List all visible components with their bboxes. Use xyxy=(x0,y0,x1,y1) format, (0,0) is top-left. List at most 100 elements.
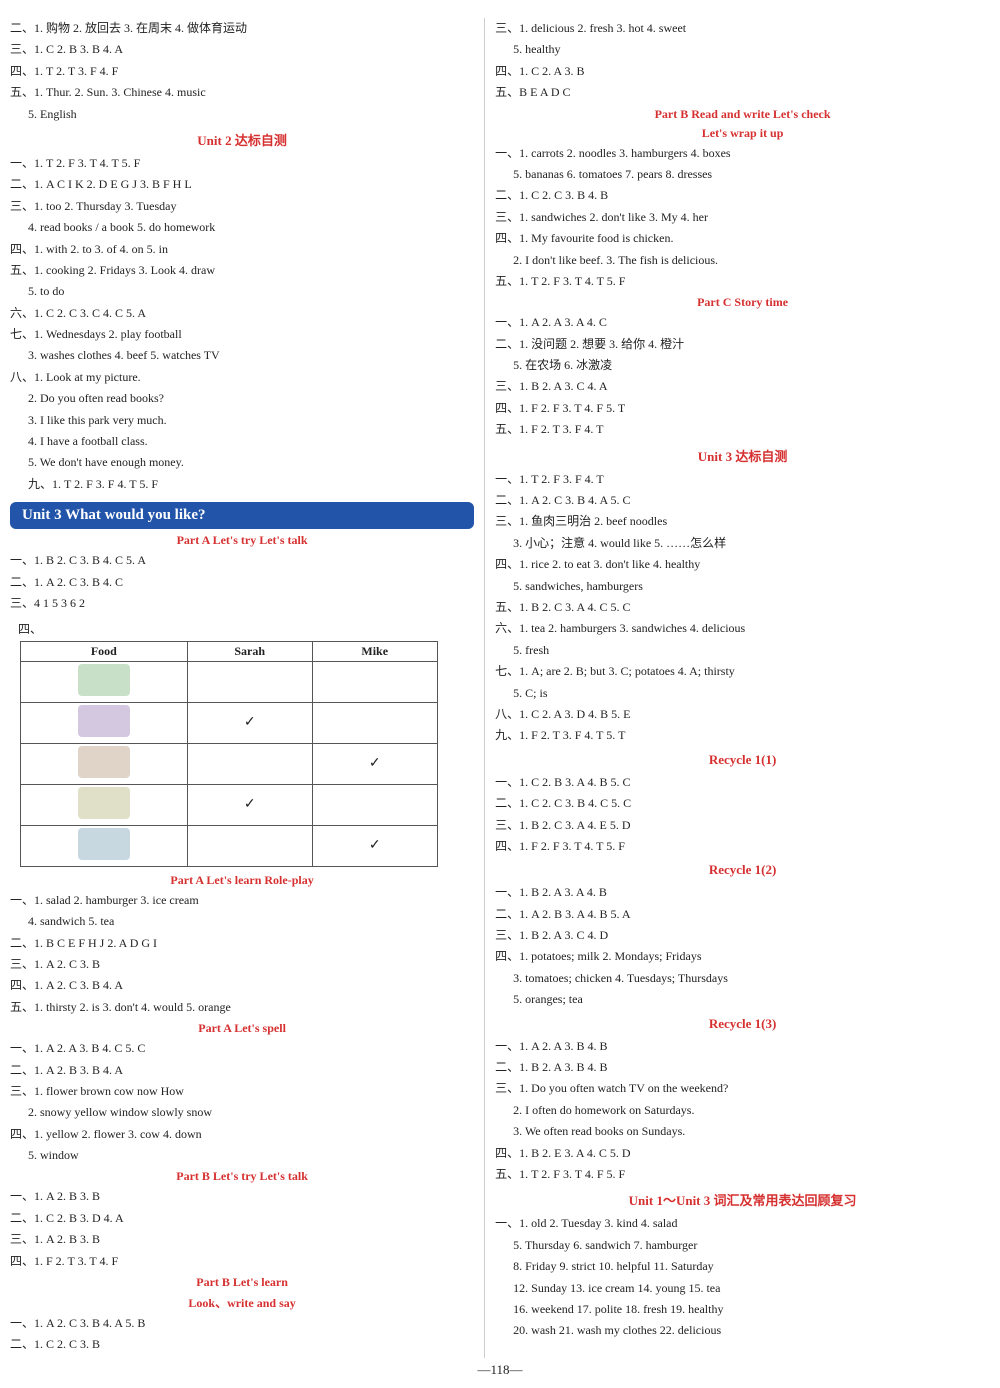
line: 三、1. B 2. A 3. C 4. A xyxy=(495,376,990,396)
line: 一、1. T 2. F 3. F 4. T xyxy=(495,469,990,489)
table-row xyxy=(21,661,438,702)
line: 一、1. T 2. F 3. T 4. T 5. F xyxy=(10,153,474,173)
part-b3-sub: Let's wrap it up xyxy=(495,126,990,141)
line: 四、1. potatoes; milk 2. Mondays; Fridays xyxy=(495,946,990,966)
line: 五、1. Thur. 2. Sun. 3. Chinese 4. music xyxy=(10,82,474,102)
recycle1-2-lines: 一、1. B 2. A 3. A 4. B 二、1. A 2. B 3. A 4… xyxy=(495,882,990,1009)
table-row: ✓ xyxy=(21,825,438,866)
table-row: ✓ xyxy=(21,784,438,825)
line: 一、1. C 2. B 3. A 4. B 5. C xyxy=(495,772,990,792)
line: 3. washes clothes 4. beef 5. watches TV xyxy=(10,345,474,365)
part-a-title: Part A Let's try Let's talk xyxy=(10,533,474,548)
line: 2. snowy yellow window slowly snow xyxy=(10,1102,474,1122)
part-a-lines: 一、1. B 2. C 3. B 4. C 5. A 二、1. A 2. C 3… xyxy=(10,550,474,613)
sarah-check-2: ✓ xyxy=(187,702,312,743)
right-top-lines: 三、1. delicious 2. fresh 3. hot 4. sweet … xyxy=(495,18,990,103)
line: 八、1. C 2. A 3. D 4. B 5. E xyxy=(495,704,990,724)
line: 四、1. rice 2. to eat 3. don't like 4. hea… xyxy=(495,554,990,574)
unit3-lines: 一、1. T 2. F 3. F 4. T 二、1. A 2. C 3. B 4… xyxy=(495,469,990,746)
mike-check-5: ✓ xyxy=(312,825,437,866)
line: 六、1. C 2. C 3. C 4. C 5. A xyxy=(10,303,474,323)
line: 5. Thursday 6. sandwich 7. hamburger xyxy=(495,1235,990,1255)
page: 二、1. 购物 2. 放回去 3. 在周末 4. 做体育运动 三、1. C 2.… xyxy=(0,0,1000,1388)
line: 4. read books / a book 5. do homework xyxy=(10,217,474,237)
line: 四、1. yellow 2. flower 3. cow 4. down xyxy=(10,1124,474,1144)
line: 四、1. with 2. to 3. of 4. on 5. in xyxy=(10,239,474,259)
line: 三、1. sandwiches 2. don't like 3. My 4. h… xyxy=(495,207,990,227)
unit2-title: Unit 2 达标自测 xyxy=(10,130,474,149)
sarah-check-1 xyxy=(187,661,312,702)
line: 2. I don't like beef. 3. The fish is del… xyxy=(495,250,990,270)
line: 5. sandwiches, hamburgers xyxy=(495,576,990,596)
table-header-sarah: Sarah xyxy=(187,641,312,661)
line: 三、1. A 2. C 3. B xyxy=(10,954,474,974)
line: 16. weekend 17. polite 18. fresh 19. hea… xyxy=(495,1299,990,1319)
line: 一、1. carrots 2. noodles 3. hamburgers 4.… xyxy=(495,143,990,163)
table-row: ✓ xyxy=(21,702,438,743)
part-c-title: Part C Story time xyxy=(495,295,990,310)
line: 三、1. C 2. B 3. B 4. A xyxy=(10,39,474,59)
part-a2-title: Part A Let's learn Role-play xyxy=(10,873,474,888)
part-c-lines: 一、1. A 2. A 3. A 4. C 二、1. 没问题 2. 想要 3. … xyxy=(495,312,990,439)
line: 3. I like this park very much. xyxy=(10,410,474,430)
line: 二、1. 没问题 2. 想要 3. 给你 4. 橙汁 xyxy=(495,334,990,354)
unit1-3-lines: 一、1. old 2. Tuesday 3. kind 4. salad 5. … xyxy=(495,1213,990,1340)
line: 五、1. thirsty 2. is 3. don't 4. would 5. … xyxy=(10,997,474,1017)
table-header-food: Food xyxy=(21,641,188,661)
line: 四、1. A 2. C 3. B 4. A xyxy=(10,975,474,995)
line: 九、1. F 2. T 3. F 4. T 5. T xyxy=(495,725,990,745)
sarah-check-5 xyxy=(187,825,312,866)
page-number: —118— xyxy=(0,1362,1000,1378)
line: 三、1. 鱼肉三明治 2. beef noodles xyxy=(495,511,990,531)
mike-check-2 xyxy=(312,702,437,743)
line: 八、1. Look at my picture. xyxy=(10,367,474,387)
line: 三、1. B 2. A 3. C 4. D xyxy=(495,925,990,945)
line: 二、1. A 2. C 3. B 4. A 5. C xyxy=(495,490,990,510)
part-b2-title: Part B Let's learn xyxy=(10,1275,474,1290)
line: 一、1. A 2. C 3. B 4. A 5. B xyxy=(10,1313,474,1333)
line: 四、1. T 2. T 3. F 4. F xyxy=(10,61,474,81)
line: 5. oranges; tea xyxy=(495,989,990,1009)
food-table: Food Sarah Mike xyxy=(20,641,438,867)
food-item-3 xyxy=(21,743,188,784)
line: 三、1. delicious 2. fresh 3. hot 4. sweet xyxy=(495,18,990,38)
line: 五、B E A D C xyxy=(495,82,990,102)
line: 二、1. C 2. C 3. B xyxy=(10,1334,474,1354)
line: 3. tomatoes; chicken 4. Tuesdays; Thursd… xyxy=(495,968,990,988)
line: 二、1. A 2. B 3. B 4. A xyxy=(10,1060,474,1080)
line: 20. wash 21. wash my clothes 22. delicio… xyxy=(495,1320,990,1340)
line: 4. sandwich 5. tea xyxy=(10,911,474,931)
line: 五、1. cooking 2. Fridays 3. Look 4. draw xyxy=(10,260,474,280)
left-column: 二、1. 购物 2. 放回去 3. 在周末 4. 做体育运动 三、1. C 2.… xyxy=(10,18,485,1358)
line: 二、1. A 2. C 3. B 4. C xyxy=(10,572,474,592)
line: 二、1. C 2. C 3. B 4. B xyxy=(495,185,990,205)
recycle1-3-title: Recycle 1(3) xyxy=(495,1016,990,1032)
part-b3-title: Part B Read and write Let's check xyxy=(495,107,990,122)
line: 四、1. C 2. A 3. B xyxy=(495,61,990,81)
line: 二、1. A 2. B 3. A 4. B 5. A xyxy=(495,904,990,924)
si-label: 四、 xyxy=(10,619,474,639)
sarah-check-4: ✓ xyxy=(187,784,312,825)
line: 5. C; is xyxy=(495,683,990,703)
line: 5. to do xyxy=(10,281,474,301)
line: 5. bananas 6. tomatoes 7. pears 8. dress… xyxy=(495,164,990,184)
line: 三、1. A 2. B 3. B xyxy=(10,1229,474,1249)
unit3-banner: Unit 3 What would you like? xyxy=(10,502,474,529)
line: 2. I often do homework on Saturdays. xyxy=(495,1100,990,1120)
line: 七、1. A; are 2. B; but 3. C; potatoes 4. … xyxy=(495,661,990,681)
line: 5. fresh xyxy=(495,640,990,660)
part-a3-title: Part A Let's spell xyxy=(10,1021,474,1036)
line: 四、1. B 2. E 3. A 4. C 5. D xyxy=(495,1143,990,1163)
line: 2. Do you often read books? xyxy=(10,388,474,408)
mike-check-4 xyxy=(312,784,437,825)
line: 四、1. F 2. T 3. T 4. F xyxy=(10,1251,474,1271)
line: 一、1. old 2. Tuesday 3. kind 4. salad xyxy=(495,1213,990,1233)
line: 一、1. A 2. A 3. B 4. B xyxy=(495,1036,990,1056)
recycle1-2-title: Recycle 1(2) xyxy=(495,862,990,878)
recycle1-1-title: Recycle 1(1) xyxy=(495,752,990,768)
line: 5. 在农场 6. 冰激凌 xyxy=(495,355,990,375)
line: 九、1. T 2. F 3. F 4. T 5. F xyxy=(10,474,474,494)
line: 四、1. F 2. F 3. T 4. T 5. F xyxy=(495,836,990,856)
line: 六、1. tea 2. hamburgers 3. sandwiches 4. … xyxy=(495,618,990,638)
line: 四、1. F 2. F 3. T 4. F 5. T xyxy=(495,398,990,418)
